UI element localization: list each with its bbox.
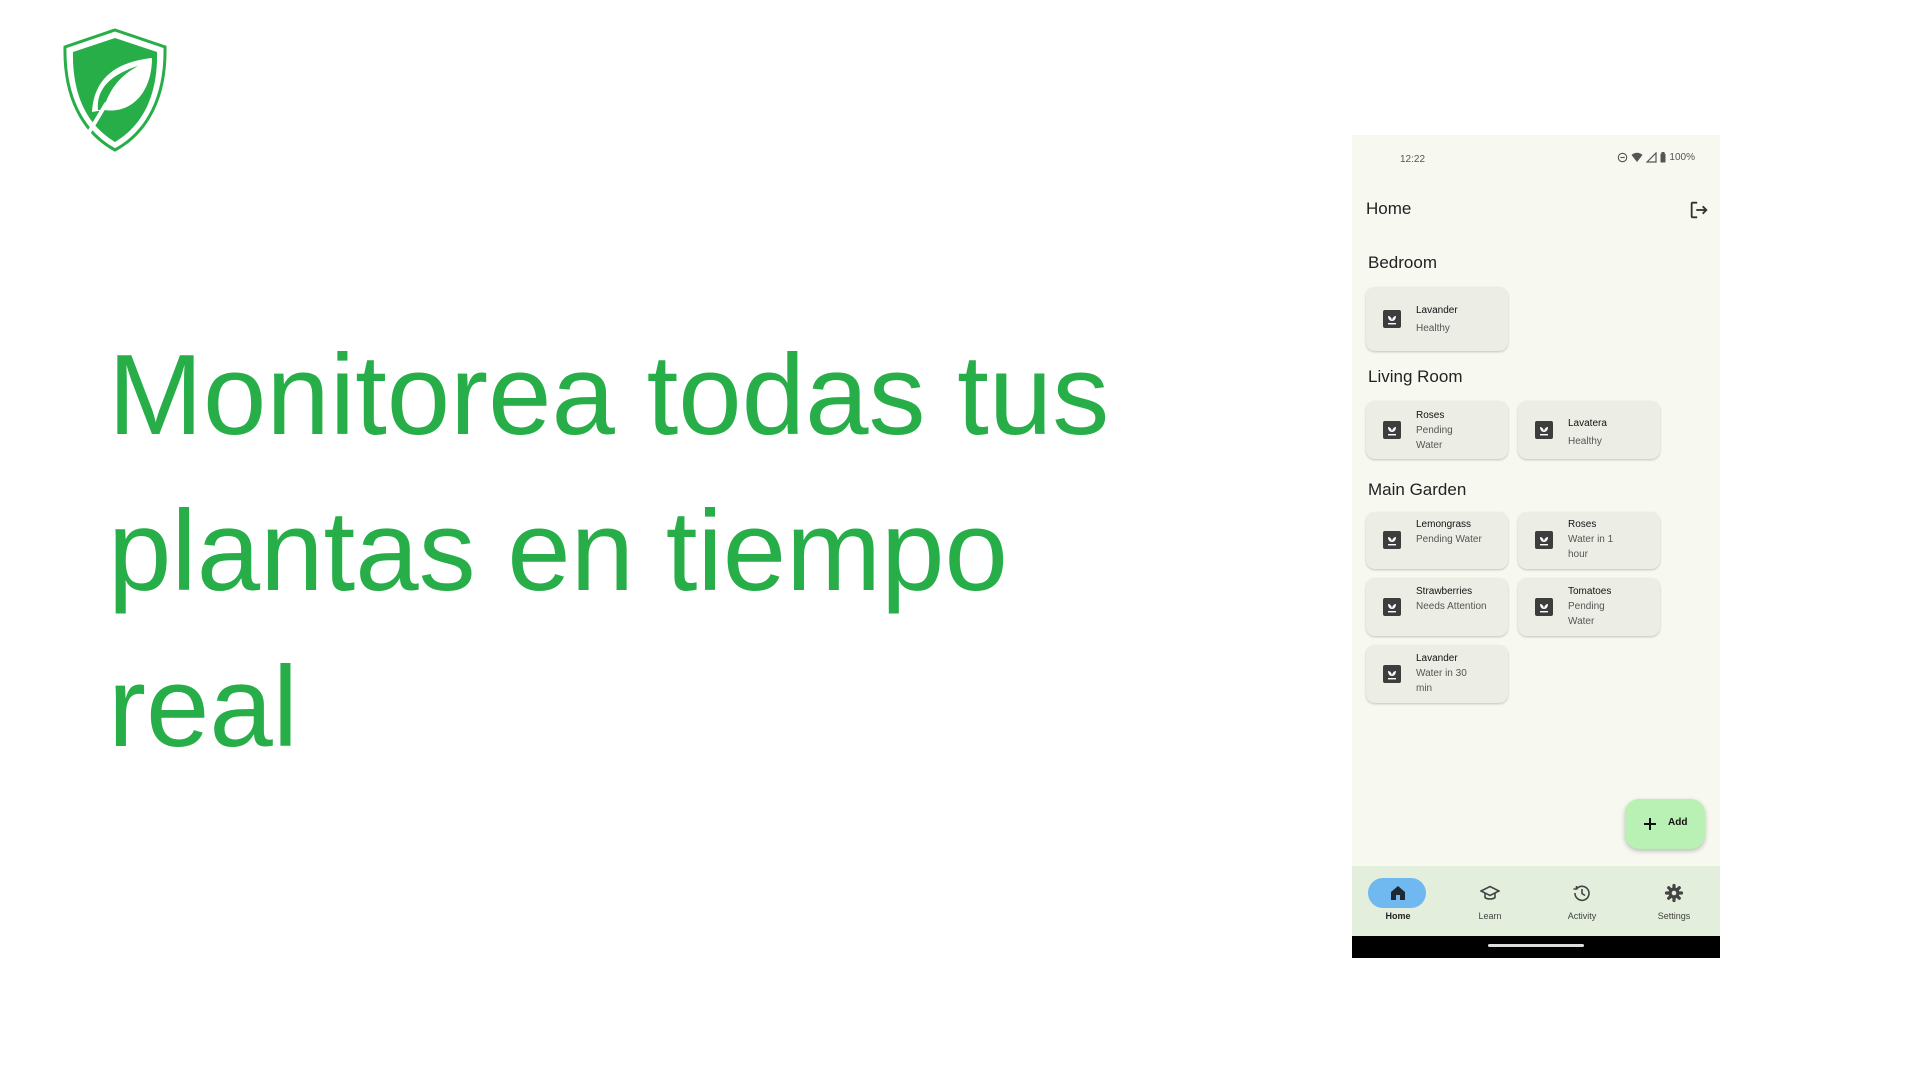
phone-screen: 12:22 100% Home Bedroom Lavander Healthy…: [1352, 135, 1720, 958]
plant-name: Roses: [1568, 519, 1597, 530]
battery-level: 100%: [1669, 152, 1695, 163]
plant-status: Healthy: [1568, 436, 1602, 447]
nav-label-activity: Activity: [1567, 911, 1597, 921]
plant-status: Water in 1 hour: [1568, 534, 1614, 560]
signal-icon: [1646, 152, 1658, 163]
status-icons: 100%: [1617, 152, 1695, 163]
add-plant-button[interactable]: Add: [1625, 799, 1705, 849]
plant-name: Tomatoes: [1568, 586, 1612, 597]
plant-icon: [1535, 421, 1553, 439]
plant-status: Pending Water: [1568, 601, 1605, 627]
history-icon: [1573, 885, 1590, 902]
plant-icon: [1535, 531, 1553, 549]
plant-icon: [1383, 421, 1401, 439]
plant-status: Pending Water: [1416, 425, 1453, 451]
bottom-nav: Home Learn Activity Settings: [1352, 866, 1720, 936]
nav-label-settings: Settings: [1657, 911, 1691, 921]
plant-name: Lavatera: [1568, 418, 1607, 429]
nav-label-home: Home: [1385, 911, 1411, 921]
section-title-living-room: Living Room: [1368, 367, 1463, 386]
nav-item-home[interactable]: Home: [1352, 866, 1444, 936]
nav-item-learn[interactable]: Learn: [1444, 866, 1536, 936]
system-nav-bar: [1352, 936, 1720, 958]
plant-card[interactable]: Strawberries Needs Attention: [1366, 578, 1508, 636]
plant-icon: [1383, 310, 1401, 328]
status-time: 12:22: [1400, 154, 1426, 165]
battery-icon: [1660, 152, 1666, 163]
wifi-icon: [1631, 152, 1643, 162]
plus-icon: [1644, 818, 1656, 830]
gear-icon: [1664, 883, 1684, 903]
plant-name: Lavander: [1416, 305, 1458, 316]
plant-icon: [1383, 665, 1401, 683]
logout-icon[interactable]: [1688, 199, 1710, 221]
shield-leaf-logo-icon: [63, 28, 167, 152]
plant-icon: [1535, 598, 1553, 616]
headline: Monitorea todas tus plantas en tiempo re…: [108, 332, 1110, 771]
plant-card[interactable]: Lavander Healthy: [1366, 287, 1508, 351]
plant-icon: [1383, 531, 1401, 549]
plant-card[interactable]: Tomatoes Pending Water: [1518, 578, 1660, 636]
gesture-handle[interactable]: [1488, 944, 1584, 947]
app-bar-title: Home: [1366, 199, 1412, 218]
dnd-icon: [1618, 152, 1628, 163]
graduation-cap-icon: [1480, 885, 1500, 900]
app-bar: Home: [1352, 193, 1720, 229]
nav-item-activity[interactable]: Activity: [1536, 866, 1628, 936]
section-title-main-garden: Main Garden: [1368, 480, 1467, 499]
plant-status: Needs Attention: [1416, 601, 1487, 612]
section-title-bedroom: Bedroom: [1368, 253, 1437, 272]
plant-card[interactable]: Lavatera Healthy: [1518, 401, 1660, 459]
plant-name: Roses: [1416, 410, 1445, 421]
plant-name: Lavander: [1416, 653, 1458, 664]
plant-name: Lemongrass: [1416, 519, 1472, 530]
plant-card[interactable]: Roses Water in 1 hour: [1518, 512, 1660, 569]
plant-status: Healthy: [1416, 323, 1450, 334]
status-bar: 12:22 100%: [1352, 151, 1720, 171]
plant-card[interactable]: Lemongrass Pending Water: [1366, 512, 1508, 569]
plant-name: Strawberries: [1416, 586, 1473, 597]
plant-status: Water in 30 min: [1416, 668, 1467, 694]
plant-status: Pending Water: [1416, 534, 1482, 545]
plant-card[interactable]: Roses Pending Water: [1366, 401, 1508, 459]
add-button-label: Add: [1668, 817, 1688, 828]
plant-card[interactable]: Lavander Water in 30 min: [1366, 645, 1508, 703]
nav-item-settings[interactable]: Settings: [1628, 866, 1720, 936]
plant-icon: [1383, 598, 1401, 616]
nav-label-learn: Learn: [1478, 911, 1502, 921]
home-icon: [1391, 886, 1405, 900]
